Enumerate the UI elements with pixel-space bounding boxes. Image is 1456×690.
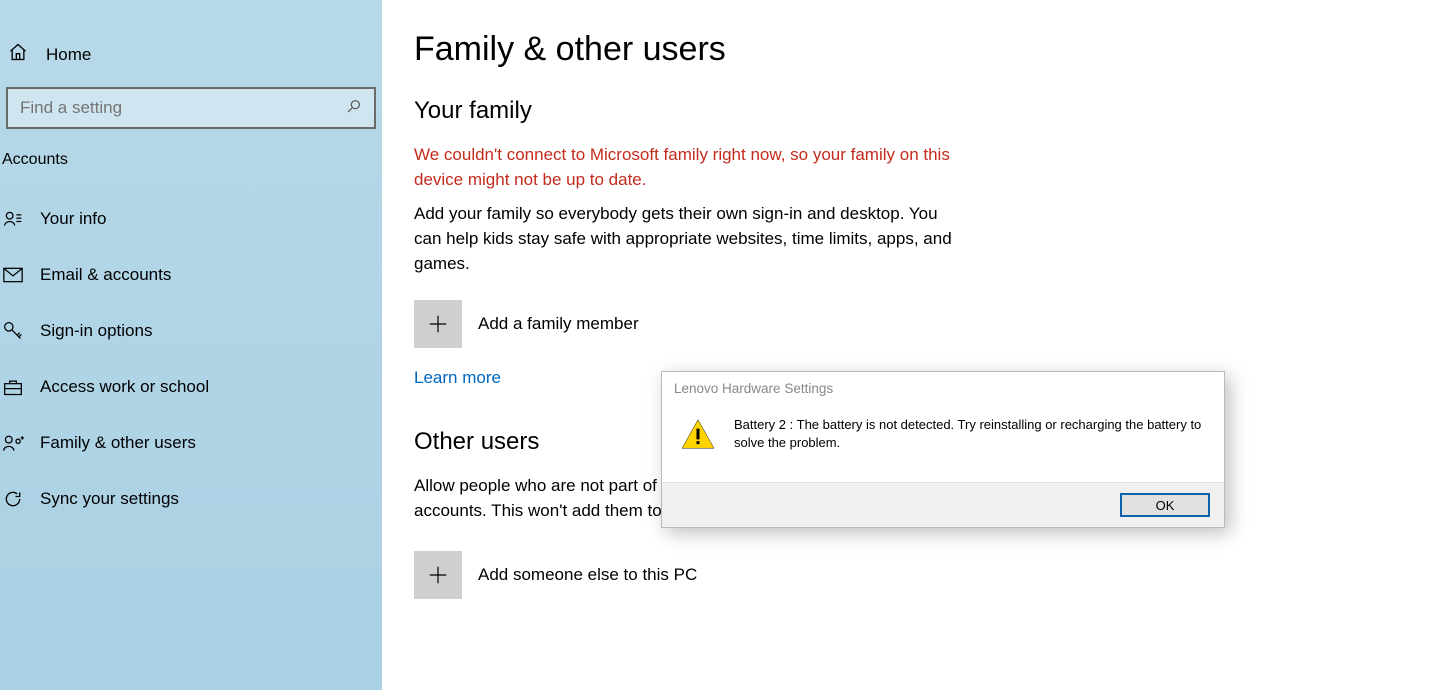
family-heading: Your family <box>414 97 1314 125</box>
sync-icon <box>2 489 24 509</box>
mail-icon <box>2 267 24 283</box>
search-icon <box>346 98 362 118</box>
plus-icon <box>414 300 462 348</box>
sidebar-item-label: Access work or school <box>40 377 209 397</box>
sidebar-item-label: Sync your settings <box>40 489 179 509</box>
sidebar-item-signin[interactable]: Sign-in options <box>0 309 382 353</box>
add-family-member-button[interactable]: Add a family member <box>414 300 1314 348</box>
main-content: Family & other users Your family We coul… <box>414 30 1314 619</box>
sidebar-item-email[interactable]: Email & accounts <box>0 253 382 297</box>
home-label: Home <box>46 45 91 65</box>
sidebar-section-title: Accounts <box>0 145 382 175</box>
sidebar-item-label: Email & accounts <box>40 265 171 285</box>
sidebar-item-label: Sign-in options <box>40 321 152 341</box>
home-button[interactable]: Home <box>0 36 382 73</box>
add-other-label: Add someone else to this PC <box>478 565 697 585</box>
add-family-label: Add a family member <box>478 314 639 334</box>
sidebar-item-family[interactable]: Family & other users <box>0 421 382 465</box>
people-icon <box>2 433 24 453</box>
dialog-title: Lenovo Hardware Settings <box>662 372 1224 402</box>
sidebar-item-work[interactable]: Access work or school <box>0 365 382 409</box>
dialog-body: Battery 2 : The battery is not detected.… <box>662 402 1224 482</box>
dialog-message: Battery 2 : The battery is not detected.… <box>734 416 1206 454</box>
search-box[interactable] <box>6 87 376 129</box>
search-input[interactable] <box>20 98 346 118</box>
ok-button-label: OK <box>1156 498 1175 513</box>
person-icon <box>2 209 24 229</box>
learn-more-link[interactable]: Learn more <box>414 368 501 388</box>
page-title: Family & other users <box>414 30 1314 69</box>
sidebar-item-sync[interactable]: Sync your settings <box>0 477 382 521</box>
warning-icon <box>680 418 716 454</box>
settings-sidebar: Home Accounts Your info Email & accounts <box>0 0 382 690</box>
ok-button[interactable]: OK <box>1120 493 1210 517</box>
briefcase-icon <box>2 378 24 396</box>
sidebar-item-label: Your info <box>40 209 106 229</box>
key-icon <box>2 321 24 341</box>
sidebar-item-label: Family & other users <box>40 433 196 453</box>
dialog-footer: OK <box>662 482 1224 527</box>
sidebar-item-your-info[interactable]: Your info <box>0 197 382 241</box>
hardware-alert-dialog: Lenovo Hardware Settings Battery 2 : The… <box>661 371 1225 528</box>
add-other-user-button[interactable]: Add someone else to this PC <box>414 551 1314 599</box>
home-icon <box>8 42 46 67</box>
family-error-text: We couldn't connect to Microsoft family … <box>414 143 964 192</box>
family-description: Add your family so everybody gets their … <box>414 202 964 276</box>
plus-icon <box>414 551 462 599</box>
